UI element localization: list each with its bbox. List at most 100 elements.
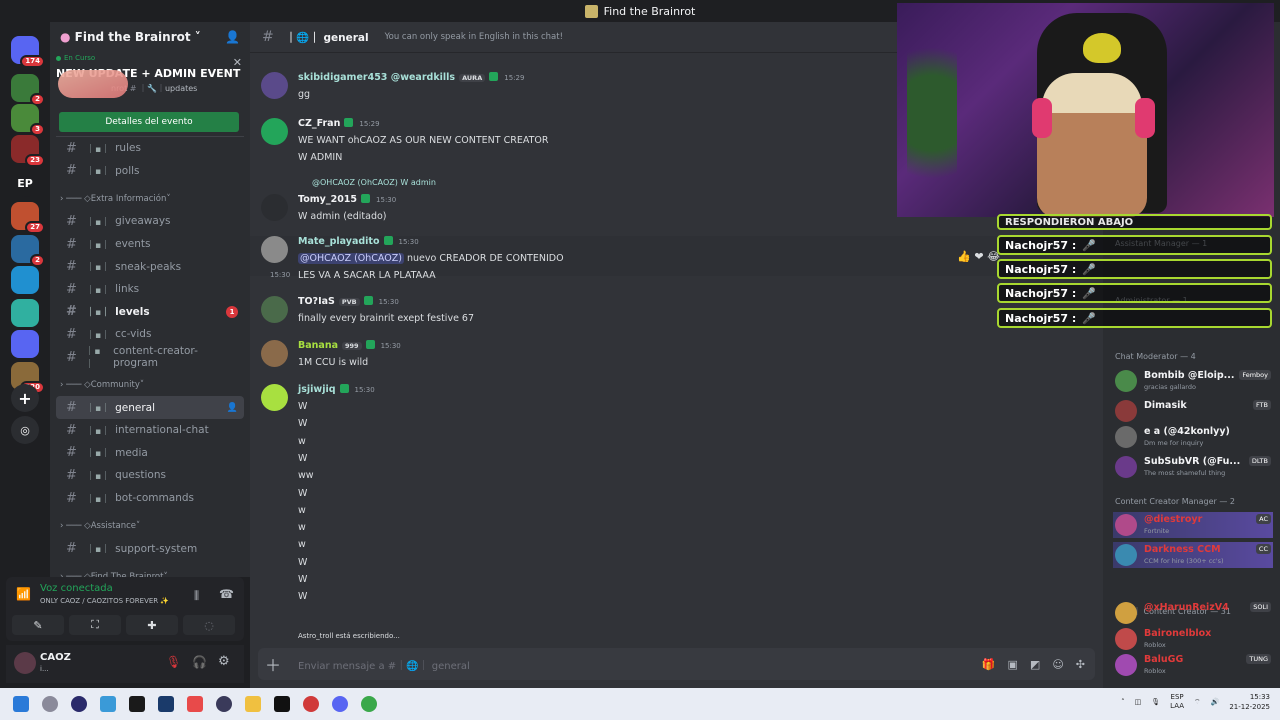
server-icon[interactable] <box>11 266 39 294</box>
language-indicator[interactable]: ESP LAA <box>1170 693 1184 711</box>
sticker-icon[interactable]: ◩ <box>1030 658 1040 671</box>
wifi-icon[interactable]: ⌔ <box>1194 698 1201 707</box>
message-author[interactable]: jsjiwjiq 15:30 <box>298 384 375 395</box>
network-icon[interactable]: ◫ <box>1135 698 1142 706</box>
gift-icon[interactable]: 🎁 <box>982 658 996 671</box>
server-icon[interactable]: 2 <box>11 74 45 106</box>
message-composer[interactable]: ＋ Enviar mensaje a #｜🌐｜ general 🎁 ▣ ◩ ☺ … <box>258 648 1095 680</box>
channel-item-levels[interactable]: # ｜▪｜ levels 1 <box>56 301 244 324</box>
message-author[interactable]: Banana 999 15:30 <box>298 340 401 351</box>
apps-icon[interactable]: ✣ <box>1076 658 1085 671</box>
channel-item-polls[interactable]: # ｜▪｜ polls <box>56 160 244 183</box>
category-header[interactable]: › ─── ◇ Find The Brainrot ˅ <box>50 566 250 577</box>
gif-icon[interactable]: ▣ <box>1008 658 1018 671</box>
volume-icon[interactable]: 🔊 <box>1211 698 1220 706</box>
add-member-icon[interactable]: 👤 <box>227 403 238 413</box>
soundboard-icon[interactable]: ⫼ <box>194 589 199 603</box>
taskbar-app-icon[interactable] <box>158 696 174 712</box>
member-item[interactable]: Baironelblox Roblox <box>1113 626 1273 652</box>
taskbar-app-icon[interactable] <box>245 696 261 712</box>
gear-icon[interactable]: ⚙ <box>218 654 230 669</box>
user-mention[interactable]: @OHCAOZ (OhCAOZ) <box>298 253 404 264</box>
channel-item-bot-commands[interactable]: # ｜▪｜ bot-commands <box>56 487 244 510</box>
reply-reference[interactable]: @OHCAOZ (OhCAOZ) W admin <box>312 178 436 187</box>
taskbar-app-icon[interactable] <box>274 696 290 712</box>
channel-item-general[interactable]: # ｜▪｜ general 👤 <box>56 396 244 419</box>
server-icon[interactable]: 27 <box>11 202 45 234</box>
screen-share-button[interactable]: ⛶ <box>69 615 121 635</box>
message-author[interactable]: CZ_Fran 15:29 <box>298 118 380 129</box>
soundboard-button[interactable]: ◌ <box>183 615 235 635</box>
member-item[interactable]: @diestroyr Fortnite AC <box>1113 512 1273 538</box>
reaction-bar[interactable]: 👍 ❤ 😂 <box>957 250 1000 263</box>
channel-item-international-chat[interactable]: # ｜▪｜ international-chat <box>56 419 244 442</box>
channel-item-rules[interactable]: # ｜▪｜ rules <box>56 137 244 160</box>
channel-item-events[interactable]: # ｜▪｜ events <box>56 233 244 256</box>
taskbar-app-icon[interactable] <box>100 696 116 712</box>
avatar[interactable] <box>261 296 288 323</box>
avatar[interactable] <box>261 118 288 145</box>
message-author[interactable]: Tomy_2015 15:30 <box>298 194 396 205</box>
member-item[interactable]: e a (@42konlyy) Dm me for inquiry <box>1113 424 1273 450</box>
taskbar-app-icon[interactable] <box>216 696 232 712</box>
category-header[interactable]: › ─── ◇ Assistance ˅ <box>50 515 250 537</box>
channel-item-sneak-peaks[interactable]: # ｜▪｜ sneak-peaks <box>56 255 244 278</box>
channel-item-content-creator-program[interactable]: # ｜▪｜ content-creator-program <box>56 345 244 370</box>
channel-item-questions[interactable]: # ｜▪｜ questions <box>56 464 244 487</box>
discover-icon[interactable]: ◎ <box>11 416 39 444</box>
chevron-up-icon[interactable]: ˄ <box>1121 698 1125 706</box>
channel-item-cc-vids[interactable]: # ｜▪｜ cc-vids <box>56 323 244 346</box>
mute-icon[interactable]: 🎙 <box>166 655 181 669</box>
add-member-icon[interactable]: 👤 <box>225 30 240 44</box>
activities-button[interactable]: ✚ <box>126 615 178 635</box>
taskbar-app-icon[interactable] <box>129 696 145 712</box>
avatar[interactable] <box>261 72 288 99</box>
avatar[interactable] <box>261 384 288 411</box>
chrome-taskbar-icon[interactable] <box>361 696 377 712</box>
close-icon[interactable]: ✕ <box>233 56 242 69</box>
channel-item-support-system[interactable]: # ｜▪｜ support-system <box>56 537 244 560</box>
taskbar-app-icon[interactable] <box>42 696 58 712</box>
disconnect-icon[interactable]: ☎ <box>219 587 234 601</box>
clock[interactable]: 15:33 21-12-2025 <box>1229 692 1270 712</box>
avatar[interactable] <box>261 194 288 221</box>
windows-start-icon[interactable] <box>13 696 29 712</box>
member-item[interactable]: BaluGG Roblox TUNG <box>1113 652 1273 678</box>
server-icon[interactable]: EP <box>11 169 39 197</box>
server-icon[interactable]: 3 <box>11 104 45 136</box>
server-icon[interactable]: 174 <box>11 36 45 68</box>
taskbar-app-icon[interactable] <box>187 696 203 712</box>
message-author[interactable]: TO?IaS PVB 15:30 <box>298 296 399 307</box>
member-item[interactable]: Darkness CCM CCM for hire (300+ cc's) CC <box>1113 542 1273 568</box>
server-icon[interactable]: 23 <box>11 135 45 167</box>
avatar[interactable] <box>261 340 288 367</box>
member-item[interactable]: Bombib @Eloip... gracias gallardo Femboy <box>1113 368 1273 394</box>
message-author[interactable]: Mate_playadito 15:30 <box>298 236 419 247</box>
member-item[interactable]: @xHarunReizV4 SOLI <box>1113 600 1273 626</box>
channel-item-links[interactable]: # ｜▪｜ links <box>56 278 244 301</box>
server-icon[interactable] <box>11 330 39 358</box>
member-item[interactable]: SubSubVR (@Fu... The most shameful thing D… <box>1113 454 1273 480</box>
channel-item-media[interactable]: # ｜▪｜ media <box>56 442 244 465</box>
server-header[interactable]: ● Find the Brainrot ˅ 👤 <box>50 22 250 52</box>
server-icon[interactable] <box>11 299 39 327</box>
discord-taskbar-icon[interactable] <box>332 696 348 712</box>
add-attachment-icon[interactable]: ＋ <box>258 652 288 676</box>
avatar[interactable] <box>14 652 36 674</box>
channel-item-giveaways[interactable]: # ｜▪｜ giveaways <box>56 210 244 233</box>
category-header[interactable]: › ─── ◇ Community ˅ <box>50 374 250 396</box>
avatar[interactable] <box>261 236 288 263</box>
taskbar-app-icon[interactable] <box>71 696 87 712</box>
video-off-button[interactable]: ✎ <box>12 615 64 635</box>
deafen-icon[interactable]: 🎧 <box>192 655 207 669</box>
taskbar-app-icon[interactable] <box>303 696 319 712</box>
emoji-icon[interactable]: ☺ <box>1052 658 1063 671</box>
server-icon[interactable]: 2 <box>11 235 45 267</box>
mic-icon[interactable]: 🎙 <box>1151 698 1160 706</box>
event-details-button[interactable]: Detalles del evento <box>59 112 239 132</box>
member-item[interactable]: Dimasik FTB <box>1113 398 1273 424</box>
message-author[interactable]: skibidigamer453 @weardkills AURA 15:29 <box>298 72 524 83</box>
category-header[interactable]: › ─── ◇ Extra Información ˅ <box>50 188 250 210</box>
message-input[interactable]: Enviar mensaje a #｜🌐｜ general <box>298 657 470 672</box>
add-server-icon[interactable]: + <box>11 384 39 412</box>
